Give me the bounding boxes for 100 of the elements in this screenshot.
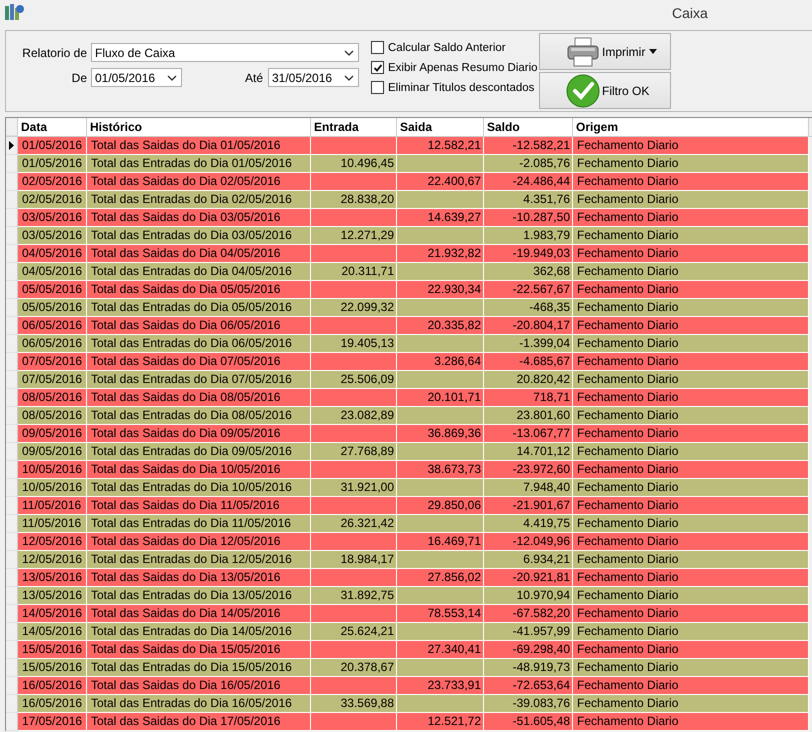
checkbox[interactable]	[371, 61, 384, 74]
table-cell: 01/05/2016	[22, 138, 82, 152]
table-row[interactable]: 13/05/2016 Total das Entradas do Dia 13/05/2016 31.892,75 10.970,94 Fechamento Diario	[18, 587, 809, 605]
table-cell: 02/05/2016	[22, 192, 82, 206]
table-row[interactable]: 08/05/2016 Total das Saidas do Dia 08/05/2016 20.101,71 718,71 Fechamento Diario	[18, 389, 809, 407]
table-cell: 12.521,72	[428, 714, 481, 728]
table-cell: 14/05/2016	[22, 624, 82, 638]
table-row[interactable]: 14/05/2016 Total das Saidas do Dia 14/05/2016 78.553,14 -67.582,20 Fechamento Diario	[18, 605, 809, 623]
table-cell: 16.469,71	[428, 534, 481, 548]
table-cell: 06/05/2016	[22, 336, 82, 350]
table-cell: 78.553,14	[428, 606, 481, 620]
table-cell: 07/05/2016	[22, 372, 82, 386]
table-row[interactable]: 16/05/2016 Total das Entradas do Dia 16/05/2016 33.569,88 -39.083,76 Fechamento Diario	[18, 695, 809, 713]
table-row[interactable]: 11/05/2016 Total das Saidas do Dia 11/05/2016 29.850,06 -21.901,67 Fechamento Diario	[18, 497, 809, 515]
table-cell: 23.733,91	[428, 678, 481, 692]
table-row[interactable]: 03/05/2016 Total das Entradas do Dia 03/05/2016 12.271,29 1.983,79 Fechamento Diario	[18, 227, 809, 245]
table-cell: Total das Entradas do Dia 01/05/2016	[91, 156, 292, 170]
table-cell: 27.856,02	[428, 570, 481, 584]
table-cell: -51.605,48	[512, 714, 570, 728]
table-row[interactable]: 10/05/2016 Total das Saidas do Dia 10/05/2016 38.673,73 -23.972,60 Fechamento Diario	[18, 461, 809, 479]
table-cell: 12.582,21	[428, 138, 481, 152]
column-header[interactable]: Entrada	[311, 118, 397, 136]
column-header[interactable]: Histórico	[87, 118, 311, 136]
table-row[interactable]: 13/05/2016 Total das Saidas do Dia 13/05/2016 27.856,02 -20.921,81 Fechamento Diario	[18, 569, 809, 587]
table-cell: Total das Entradas do Dia 11/05/2016	[91, 516, 291, 530]
table-cell: Total das Entradas do Dia 15/05/2016	[91, 660, 292, 674]
table-row[interactable]: 17/05/2016 Total das Saidas do Dia 17/05/2016 12.521,72 -51.605,48 Fechamento Diario	[18, 713, 809, 731]
column-header[interactable]: Saida	[397, 118, 484, 136]
table-cell: Fechamento Diario	[577, 570, 678, 584]
table-cell: Fechamento Diario	[577, 696, 678, 710]
date-picker[interactable]: 01/05/2016	[91, 68, 182, 87]
table-row[interactable]: 03/05/2016 Total das Saidas do Dia 03/05/2016 14.639,27 -10.287,50 Fechamento Diario	[18, 209, 809, 227]
table-cell: -24.486,44	[512, 174, 570, 188]
table-cell: 7.948,40	[523, 480, 570, 494]
table-row[interactable]: 10/05/2016 Total das Entradas do Dia 10/05/2016 31.921,00 7.948,40 Fechamento Diario	[18, 479, 809, 497]
checkbox-label: Eliminar Titulos descontados	[388, 82, 534, 94]
table-row[interactable]: 09/05/2016 Total das Entradas do Dia 09/05/2016 27.768,89 14.701,12 Fechamento Diario	[18, 443, 809, 461]
table-cell: -20.921,81	[512, 570, 570, 584]
table-row[interactable]: 06/05/2016 Total das Entradas do Dia 06/05/2016 19.405,13 -1.399,04 Fechamento Diario	[18, 335, 809, 353]
table-row[interactable]: 12/05/2016 Total das Entradas do Dia 12/05/2016 18.984,17 6.934,21 Fechamento Diario	[18, 551, 809, 569]
table-cell: -72.653,64	[512, 678, 570, 692]
table-cell: Fechamento Diario	[577, 210, 678, 224]
table-row[interactable]: 06/05/2016 Total das Saidas do Dia 06/05/2016 20.335,82 -20.804,17 Fechamento Diario	[18, 317, 809, 335]
table-cell: Fechamento Diario	[577, 372, 678, 386]
table-row[interactable]: 11/05/2016 Total das Entradas do Dia 11/05/2016 26.321,42 4.419,75 Fechamento Diario	[18, 515, 809, 533]
table-cell: -10.287,50	[512, 210, 570, 224]
table-cell: -48.919,73	[512, 660, 570, 674]
print-button[interactable]: Imprimir	[539, 33, 671, 70]
table-cell: -23.972,60	[512, 462, 570, 476]
table-row[interactable]: 15/05/2016 Total das Entradas do Dia 15/05/2016 20.378,67 -48.919,73 Fechamento Diario	[18, 659, 809, 677]
window-title: Caixa	[672, 5, 708, 21]
table-cell: Fechamento Diario	[577, 138, 678, 152]
table-row[interactable]: 08/05/2016 Total das Entradas do Dia 08/05/2016 23.082,89 23.801,60 Fechamento Diario	[18, 407, 809, 425]
table-cell: Fechamento Diario	[577, 660, 678, 674]
table-cell: 25.624,21	[340, 624, 394, 638]
checkbox[interactable]	[371, 81, 384, 94]
column-header[interactable]: Saldo	[484, 118, 573, 136]
column-header[interactable]: Data	[18, 118, 87, 136]
table-row[interactable]: 01/05/2016 Total das Saidas do Dia 01/05/2016 12.582,21 -12.582,21 Fechamento Diario	[18, 137, 809, 155]
table-row[interactable]: 15/05/2016 Total das Saidas do Dia 15/05/2016 27.340,41 -69.298,40 Fechamento Diario	[18, 641, 809, 659]
table-row[interactable]: 02/05/2016 Total das Saidas do Dia 02/05/2016 22.400,67 -24.486,44 Fechamento Diario	[18, 173, 809, 191]
table-row[interactable]: 02/05/2016 Total das Entradas do Dia 02/05/2016 28.838,20 4.351,76 Fechamento Diario	[18, 191, 809, 209]
table-cell: -21.901,67	[512, 498, 570, 512]
table-cell: Total das Entradas do Dia 03/05/2016	[91, 228, 292, 242]
table-row[interactable]: 01/05/2016 Total das Entradas do Dia 01/05/2016 10.496,45 -2.085,76 Fechamento Diario	[18, 155, 809, 173]
table-cell: 31.921,00	[340, 480, 394, 494]
table-cell: -4.685,67	[519, 354, 570, 368]
checkbox-label: Calcular Saldo Anterior	[388, 42, 506, 54]
table-cell: Fechamento Diario	[577, 534, 678, 548]
table-cell: 13/05/2016	[22, 588, 82, 602]
table-cell: Total das Saidas do Dia 15/05/2016	[91, 642, 280, 656]
report-dropdown[interactable]: Fluxo de Caixa	[91, 43, 359, 62]
table-cell: Total das Saidas do Dia 05/05/2016	[91, 282, 280, 296]
table-row[interactable]: 07/05/2016 Total das Entradas do Dia 07/05/2016 25.506,09 20.820,42 Fechamento Diario	[18, 371, 809, 389]
table-row[interactable]: 16/05/2016 Total das Saidas do Dia 16/05/2016 23.733,91 -72.653,64 Fechamento Diario	[18, 677, 809, 695]
table-row[interactable]: 12/05/2016 Total das Saidas do Dia 12/05/2016 16.469,71 -12.049,96 Fechamento Diario	[18, 533, 809, 551]
table-cell: Fechamento Diario	[577, 282, 678, 296]
checkbox[interactable]	[371, 41, 384, 54]
table-cell: Total das Saidas do Dia 03/05/2016	[91, 210, 280, 224]
table-cell: Fechamento Diario	[577, 714, 678, 728]
table-row[interactable]: 09/05/2016 Total das Saidas do Dia 09/05/2016 36.869,36 -13.067,77 Fechamento Diario	[18, 425, 809, 443]
table-row[interactable]: 14/05/2016 Total das Entradas do Dia 14/05/2016 25.624,21 -41.957,99 Fechamento Diario	[18, 623, 809, 641]
table-cell: Total das Saidas do Dia 12/05/2016	[91, 534, 280, 548]
table-row[interactable]: 07/05/2016 Total das Saidas do Dia 07/05/2016 3.286,64 -4.685,67 Fechamento Diario	[18, 353, 809, 371]
date-picker[interactable]: 31/05/2016	[268, 68, 359, 87]
table-cell: 04/05/2016	[22, 246, 82, 260]
table-row[interactable]: 04/05/2016 Total das Saidas do Dia 04/05/2016 21.932,82 -19.949,03 Fechamento Diario	[18, 245, 809, 263]
table-cell: 20.335,82	[428, 318, 481, 332]
table-cell: 04/05/2016	[22, 264, 82, 278]
column-header[interactable]: Origem	[573, 118, 809, 136]
table-row[interactable]: 05/05/2016 Total das Entradas do Dia 05/05/2016 22.099,32 -468,35 Fechamento Diario	[18, 299, 809, 317]
table-cell: Fechamento Diario	[577, 426, 678, 440]
filter-button[interactable]: Filtro OK	[539, 72, 671, 109]
table-row[interactable]: 04/05/2016 Total das Entradas do Dia 04/05/2016 20.311,71 362,68 Fechamento Diario	[18, 263, 809, 281]
table-cell: Fechamento Diario	[577, 264, 678, 278]
table-row[interactable]: 05/05/2016 Total das Saidas do Dia 05/05/2016 22.930,34 -22.567,67 Fechamento Diario	[18, 281, 809, 299]
table-cell: Total das Saidas do Dia 08/05/2016	[91, 390, 280, 404]
table-cell: Total das Saidas do Dia 11/05/2016	[91, 498, 280, 512]
table-cell: -2.085,76	[519, 156, 570, 170]
table-cell: Fechamento Diario	[577, 462, 678, 476]
